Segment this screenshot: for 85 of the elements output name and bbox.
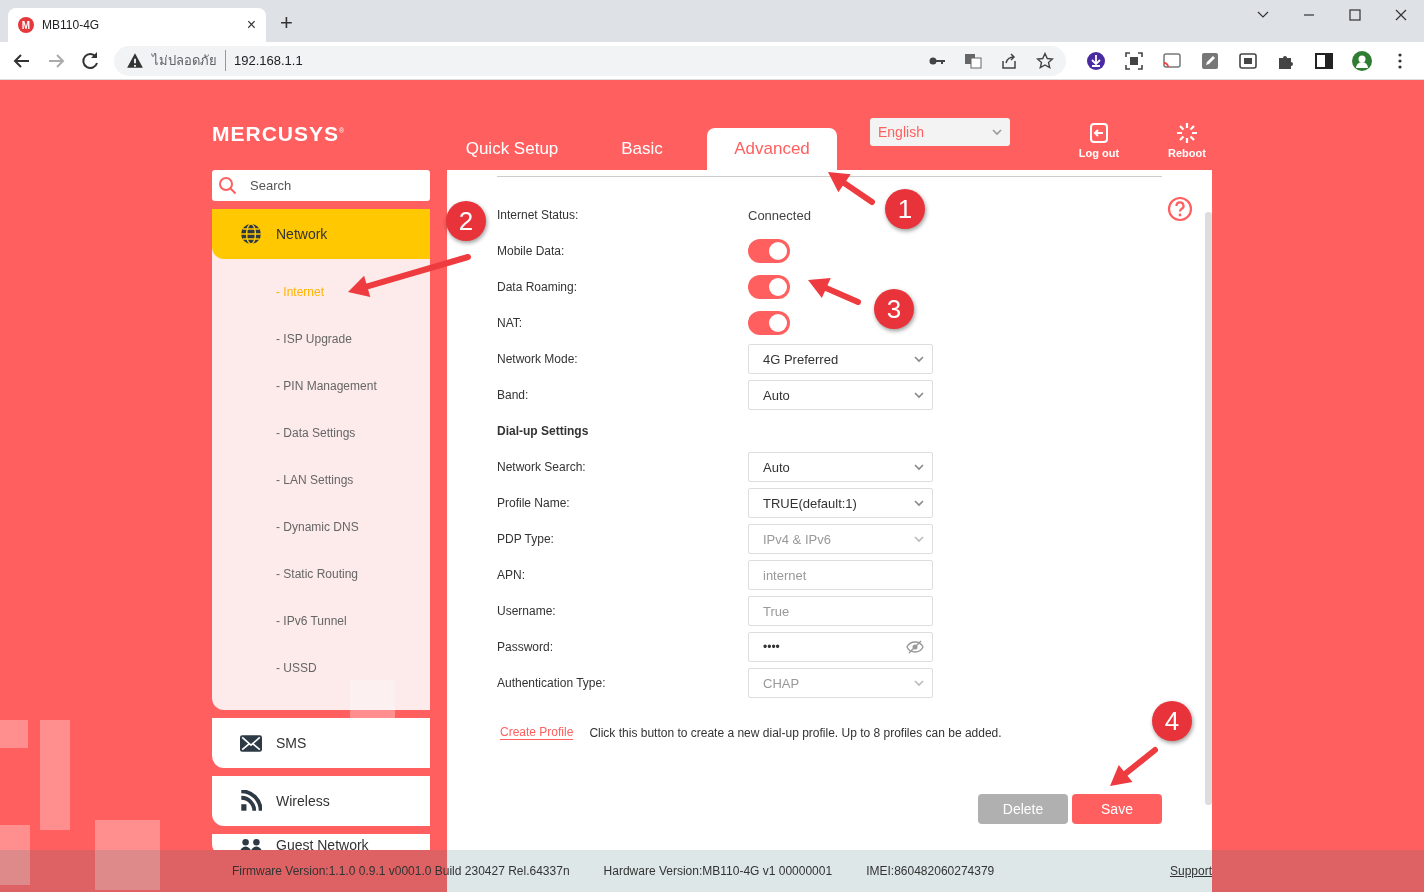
toggle-switch[interactable]: [748, 275, 790, 299]
submenu-item[interactable]: - ISP Upgrade: [276, 326, 430, 373]
chevron-down-icon: [914, 679, 924, 687]
share-icon[interactable]: [1000, 51, 1018, 70]
submenu-item[interactable]: - PIN Management: [276, 373, 430, 420]
search-icon: [218, 175, 238, 196]
save-button[interactable]: Save: [1072, 794, 1162, 824]
create-profile-link[interactable]: Create Profile: [500, 725, 574, 740]
chevron-down-icon: [992, 128, 1002, 136]
annotation-arrow: [1110, 747, 1158, 786]
annotation-arrow: [828, 172, 875, 205]
reboot-button[interactable]: Reboot: [1156, 122, 1218, 159]
chevron-down-icon: [914, 463, 924, 471]
envelope-icon: [240, 734, 262, 752]
annotation-arrow: [808, 278, 861, 305]
download-icon[interactable]: [1085, 49, 1107, 72]
hint-text: Click this button to create a new dial-up profile. Up to 8 profiles can be added.: [589, 725, 1002, 740]
field-label: NAT:: [497, 316, 524, 330]
field-label: Username:: [497, 604, 557, 618]
submenu-item[interactable]: - LAN Settings: [276, 467, 430, 514]
menu-section[interactable]: Guest Network: [212, 834, 430, 850]
chevron-down-icon: [914, 391, 924, 399]
nav-tab[interactable]: Advanced: [707, 128, 837, 170]
field-label: Band:: [497, 388, 530, 402]
field-label: Authentication Type:: [497, 676, 607, 690]
toggle-switch[interactable]: [748, 311, 790, 335]
browser-tab[interactable]: M MB110-4G ×: [8, 8, 266, 42]
field-label: Data Roaming:: [497, 280, 579, 294]
language-select[interactable]: English: [870, 118, 1010, 146]
warning-icon: [126, 51, 144, 70]
url-text[interactable]: 192.168.1.1: [234, 53, 303, 68]
nav-tab[interactable]: Quick Setup: [447, 128, 577, 170]
favicon: M: [18, 17, 34, 33]
tab-title: MB110-4G: [42, 18, 101, 32]
imei-text: IMEI:860482060274379: [866, 864, 995, 878]
field-label: PDP Type:: [497, 532, 555, 546]
menu-section[interactable]: SMS: [212, 718, 430, 768]
star-icon[interactable]: [1036, 51, 1054, 70]
dropdown[interactable]: Auto: [748, 452, 933, 482]
field-label: Network Search:: [497, 460, 587, 474]
background-shape: [350, 680, 395, 720]
scrollbar[interactable]: [1205, 212, 1212, 805]
logout-button[interactable]: Log out: [1068, 122, 1130, 159]
dropdown[interactable]: TRUE(default:1): [748, 488, 933, 518]
field-label: Profile Name:: [497, 496, 571, 510]
submenu-item[interactable]: - Static Routing: [276, 561, 430, 608]
avatar-icon[interactable]: [1351, 49, 1373, 72]
search-input[interactable]: Search: [248, 177, 412, 194]
section-heading: Dial-up Settings: [497, 424, 589, 438]
close-tab-button[interactable]: ×: [246, 16, 256, 34]
support-link[interactable]: Support: [1169, 864, 1212, 878]
globe-icon: [240, 223, 262, 245]
chevron-down-icon: [914, 535, 924, 543]
dropdown[interactable]: Auto: [748, 380, 933, 410]
background-shape: [0, 720, 28, 748]
eye-slash-icon[interactable]: [906, 640, 924, 654]
chevron-down-icon: [914, 499, 924, 507]
field-label: Internet Status:: [497, 208, 580, 222]
field-label: Mobile Data:: [497, 244, 566, 258]
field-label: Network Mode:: [497, 352, 579, 366]
logout-icon: [1088, 122, 1110, 144]
logo: MERCUSYS$^{®}$: [212, 122, 347, 146]
toggle-switch[interactable]: [748, 239, 790, 263]
search-field[interactable]: Search: [212, 170, 430, 201]
submenu-item[interactable]: - Dynamic DNS: [276, 514, 430, 561]
submenu-item[interactable]: - Data Settings: [276, 420, 430, 467]
hardware-version: Hardware Version:MB110-4G v1 00000001: [603, 864, 833, 878]
dropdown[interactable]: 4G Preferred: [748, 344, 933, 374]
submenu-item[interactable]: - IPv6 Tunnel: [276, 608, 430, 655]
menu-section[interactable]: Wireless: [212, 776, 430, 826]
field-label: APN:: [497, 568, 526, 582]
menu-section[interactable]: Network: [212, 209, 430, 259]
help-icon[interactable]: [1167, 196, 1193, 222]
field-label: Password:: [497, 640, 555, 654]
reboot-icon: [1176, 122, 1198, 144]
nav-tab[interactable]: Basic: [577, 128, 707, 170]
screenshot-icon[interactable]: [1123, 49, 1145, 72]
wireless-icon: [240, 790, 262, 812]
new-tab-button[interactable]: +: [280, 10, 293, 36]
submenu-item[interactable]: - USSD: [276, 655, 430, 702]
people-icon: [240, 838, 262, 850]
status-value: Connected: [748, 207, 811, 223]
security-label[interactable]: ไม่ปลอดภัย: [152, 50, 226, 71]
password-field[interactable]: ••••: [748, 632, 933, 662]
chevron-down-icon: [914, 355, 924, 363]
